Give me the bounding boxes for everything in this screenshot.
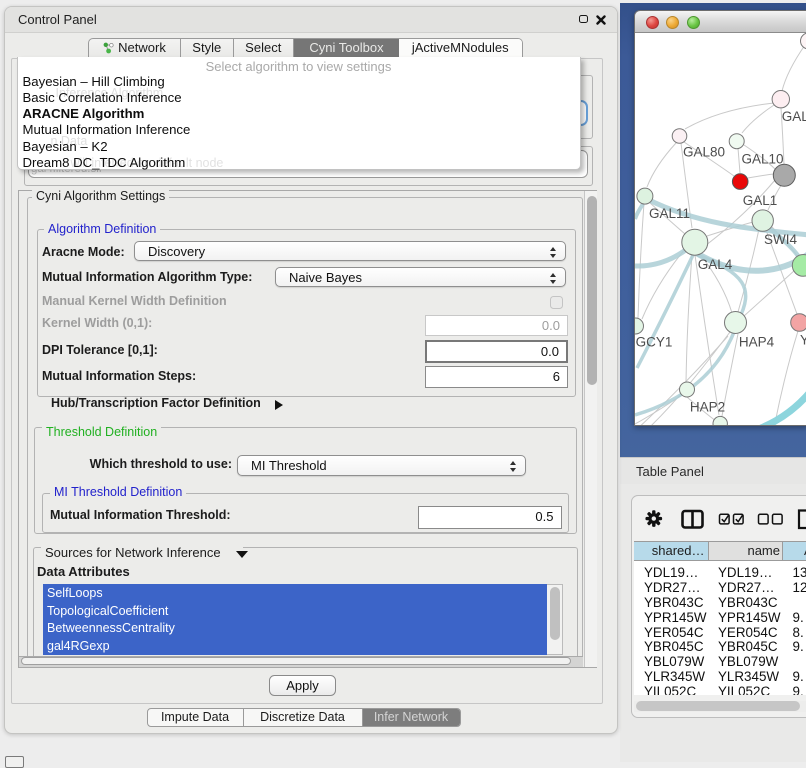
svg-text:GAL80: GAL80	[682, 145, 724, 160]
svg-text:YJ: YJ	[800, 333, 806, 348]
svg-text:GCY1: GCY1	[635, 335, 672, 350]
svg-text:HAP2: HAP2	[689, 400, 724, 415]
svg-text:GAL7: GAL7	[781, 109, 806, 124]
svg-text:GAL1: GAL1	[742, 193, 777, 208]
svg-text:GAL4: GAL4	[697, 257, 732, 272]
svg-text:GAL11: GAL11	[648, 206, 689, 221]
svg-text:HAP4: HAP4	[738, 335, 774, 350]
svg-text:GAL10: GAL10	[741, 152, 783, 167]
svg-text:SWI4: SWI4	[763, 232, 796, 247]
